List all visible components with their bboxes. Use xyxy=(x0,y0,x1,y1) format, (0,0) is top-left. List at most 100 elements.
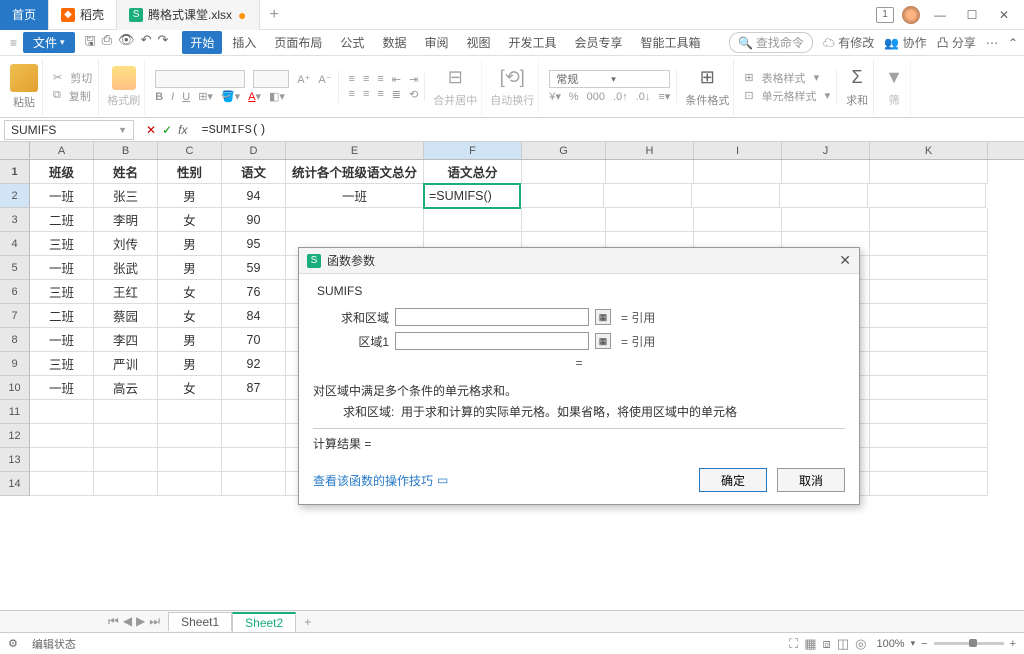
cell[interactable]: 84 xyxy=(222,304,286,328)
number-format-select[interactable]: 常规▾ xyxy=(549,70,670,88)
underline-icon[interactable]: U xyxy=(182,91,190,103)
coop-button[interactable]: 👥 协作 xyxy=(884,34,926,51)
pagebreak-icon[interactable]: ◫ xyxy=(837,636,849,652)
col-header[interactable]: H xyxy=(606,142,694,159)
sum-group[interactable]: Σ求和 xyxy=(841,59,874,115)
cell[interactable]: 姓名 xyxy=(94,160,158,184)
filter-group[interactable]: ▼筛 xyxy=(878,59,911,115)
align-mid-icon[interactable]: ≡ xyxy=(363,73,369,85)
cell[interactable] xyxy=(782,208,870,232)
cell[interactable]: 男 xyxy=(158,352,222,376)
cell[interactable] xyxy=(94,472,158,496)
cell[interactable]: 二班 xyxy=(30,208,94,232)
file-menu[interactable]: 文件▾ xyxy=(23,32,75,53)
cell[interactable]: 三班 xyxy=(30,280,94,304)
reading-icon[interactable]: ◎ xyxy=(855,636,866,652)
cell[interactable]: 90 xyxy=(222,208,286,232)
arg-input-range1[interactable] xyxy=(395,332,589,350)
window-count[interactable]: 1 xyxy=(876,7,894,23)
undo-icon[interactable]: ↶ xyxy=(141,32,152,54)
cell[interactable] xyxy=(870,376,988,400)
chevron-down-icon[interactable]: ▼ xyxy=(118,125,127,135)
cell[interactable] xyxy=(868,184,986,208)
format-painter-group[interactable]: 格式刷 xyxy=(103,59,145,115)
cell[interactable]: 女 xyxy=(158,376,222,400)
cell[interactable]: 59 xyxy=(222,256,286,280)
row-header[interactable]: 11 xyxy=(0,400,30,424)
page-layout-icon[interactable]: ⧈ xyxy=(823,636,831,652)
col-header[interactable]: E xyxy=(286,142,424,159)
tab-premium[interactable]: 会员专享 xyxy=(567,31,631,54)
cell[interactable]: 三班 xyxy=(30,352,94,376)
collapse-ribbon-icon[interactable]: ⌃ xyxy=(1008,36,1018,50)
cell[interactable]: 语文 xyxy=(222,160,286,184)
menu-toggle-icon[interactable]: ≡ xyxy=(6,36,21,50)
size-select[interactable] xyxy=(253,70,289,88)
save-icon[interactable]: 🖫 xyxy=(85,32,96,54)
print-icon[interactable]: ⎙ xyxy=(102,32,112,54)
cell[interactable] xyxy=(222,424,286,448)
cell[interactable]: 94 xyxy=(222,184,286,208)
cell[interactable]: 三班 xyxy=(30,232,94,256)
zoom-in-icon[interactable]: + xyxy=(1010,638,1016,650)
range-picker-icon[interactable]: ▦ xyxy=(595,333,611,349)
highlight-icon[interactable]: ◧▾ xyxy=(269,90,285,103)
align-top-icon[interactable]: ≡ xyxy=(349,73,355,85)
row-header[interactable]: 13 xyxy=(0,448,30,472)
bold-icon[interactable]: B xyxy=(155,91,163,103)
tab-review[interactable]: 审阅 xyxy=(416,31,456,54)
cell[interactable] xyxy=(606,160,694,184)
cell[interactable]: 王红 xyxy=(94,280,158,304)
paste-group[interactable]: 粘贴 xyxy=(6,59,43,115)
redo-icon[interactable]: ↷ xyxy=(157,32,168,54)
row-header[interactable]: 5 xyxy=(0,256,30,280)
maximize-button[interactable]: ☐ xyxy=(960,5,984,25)
cell[interactable]: 87 xyxy=(222,376,286,400)
cell[interactable] xyxy=(870,448,988,472)
cell[interactable]: 男 xyxy=(158,256,222,280)
row-header[interactable]: 4 xyxy=(0,232,30,256)
col-header[interactable]: C xyxy=(158,142,222,159)
row-header[interactable]: 14 xyxy=(0,472,30,496)
font-increase-icon[interactable]: A⁺ xyxy=(297,73,310,86)
cell[interactable]: 班级 xyxy=(30,160,94,184)
cond-format-group[interactable]: ⊞条件格式 xyxy=(681,59,734,115)
cell[interactable]: 女 xyxy=(158,304,222,328)
row-header[interactable]: 12 xyxy=(0,424,30,448)
cell[interactable]: 语文总分 xyxy=(424,160,522,184)
help-link[interactable]: 查看该函数的操作技巧 ▭ xyxy=(313,472,448,489)
cell[interactable] xyxy=(522,160,606,184)
row-header[interactable]: 3 xyxy=(0,208,30,232)
cut-button[interactable]: ✂ 剪切 xyxy=(53,70,92,86)
more-icon[interactable]: ⋯ xyxy=(986,36,998,50)
copy-button[interactable]: ⧉ 复制 xyxy=(53,88,92,104)
font-select[interactable] xyxy=(155,70,245,88)
row-header[interactable]: 6 xyxy=(0,280,30,304)
record-icon[interactable]: ⚙ xyxy=(8,637,18,650)
cancel-button[interactable]: 取消 xyxy=(777,468,845,492)
cell[interactable] xyxy=(694,160,782,184)
tab-view[interactable]: 视图 xyxy=(458,31,498,54)
cell[interactable] xyxy=(30,424,94,448)
comma-icon[interactable]: 000 xyxy=(587,91,605,103)
cell-style-button[interactable]: ⊡ 单元格样式▾ xyxy=(744,88,830,104)
percent-icon[interactable]: % xyxy=(569,91,579,103)
tab-docer[interactable]: ◆稻壳 xyxy=(49,0,117,30)
cell[interactable]: 李四 xyxy=(94,328,158,352)
cell[interactable] xyxy=(606,208,694,232)
cell[interactable] xyxy=(222,472,286,496)
font-color-icon[interactable]: A▾ xyxy=(248,90,261,103)
currency-icon[interactable]: ¥▾ xyxy=(549,90,561,103)
cell[interactable]: 李明 xyxy=(94,208,158,232)
sheet-next-icon[interactable]: ▶ xyxy=(136,614,145,629)
cell[interactable]: 张武 xyxy=(94,256,158,280)
share-button[interactable]: 凸 分享 xyxy=(937,34,976,51)
row-header[interactable]: 10 xyxy=(0,376,30,400)
cell[interactable] xyxy=(158,400,222,424)
cell[interactable] xyxy=(870,352,988,376)
zoom-control[interactable]: 100%▾ − + xyxy=(876,638,1016,650)
cell[interactable] xyxy=(30,472,94,496)
row-header[interactable]: 1 xyxy=(0,160,30,184)
dec-inc-icon[interactable]: .0↑ xyxy=(613,91,628,103)
indent-inc-icon[interactable]: ⇥ xyxy=(409,73,418,86)
